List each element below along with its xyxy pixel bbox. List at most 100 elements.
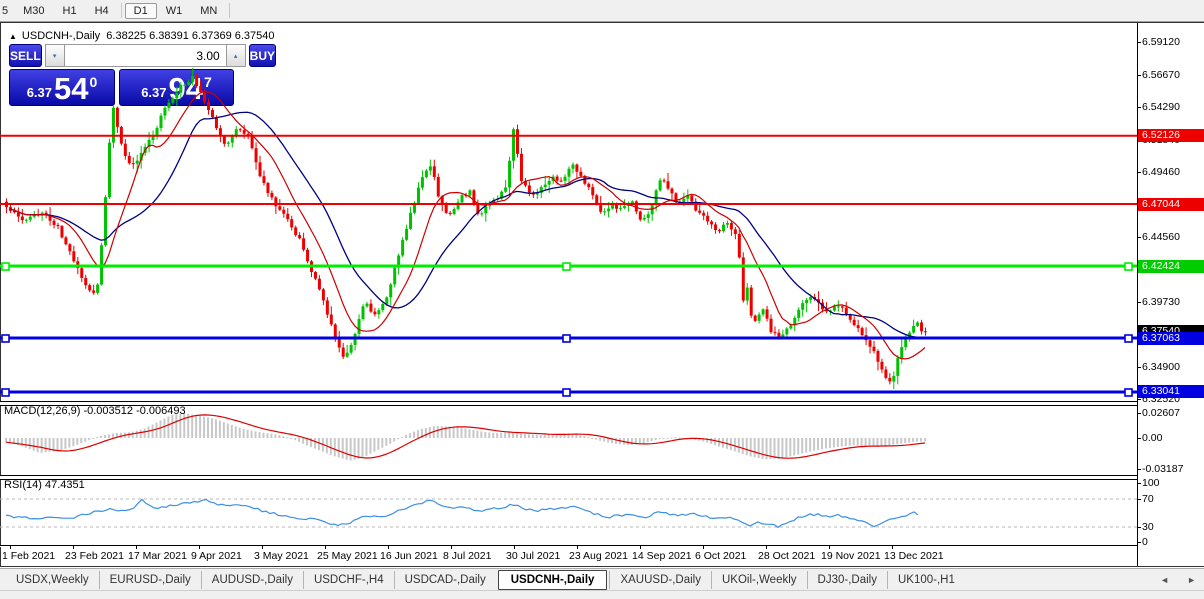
timeframe-button-h1[interactable]: H1 bbox=[54, 3, 86, 19]
macd-bar bbox=[385, 438, 388, 446]
candle-body bbox=[84, 277, 88, 286]
tab-eurusd-daily[interactable]: EURUSD-,Daily bbox=[98, 571, 201, 589]
chart-tab-bar: USDX,Weekly EURUSD-,Daily AUDUSD-,Daily USD… bbox=[0, 568, 1204, 591]
macd-bar bbox=[591, 438, 594, 439]
tab-audusd-daily[interactable]: AUDUSD-,Daily bbox=[200, 571, 303, 589]
macd-bar bbox=[924, 438, 926, 442]
date-tickmark bbox=[136, 546, 137, 549]
candle-body bbox=[337, 339, 341, 348]
candle-body bbox=[773, 332, 777, 334]
candle-body bbox=[448, 212, 452, 215]
candle-body bbox=[111, 107, 115, 143]
macd-bar bbox=[892, 438, 895, 445]
macd-bar bbox=[638, 438, 641, 444]
line-handle[interactable] bbox=[1124, 388, 1133, 397]
candle-body bbox=[452, 208, 456, 215]
timeframe-button-w1[interactable]: W1 bbox=[157, 3, 192, 19]
macd-bar bbox=[210, 418, 213, 438]
macd-bar bbox=[539, 435, 542, 438]
macd-bar bbox=[626, 438, 629, 446]
macd-bar bbox=[405, 434, 408, 438]
candle-body bbox=[789, 325, 793, 329]
price-tick-tickmark bbox=[1137, 41, 1141, 43]
date-label: 23 Feb 2021 bbox=[65, 550, 124, 562]
candle-body bbox=[785, 328, 789, 335]
date-tickmark bbox=[199, 546, 200, 549]
macd-bar bbox=[844, 438, 847, 447]
line-handle[interactable] bbox=[1, 388, 10, 397]
candle-body bbox=[377, 310, 381, 315]
tab-scroll-left-icon[interactable]: ◄ bbox=[1160, 575, 1169, 585]
timeframe-button-5[interactable]: 5 bbox=[0, 3, 14, 19]
candle-body bbox=[706, 215, 710, 222]
candle-body bbox=[214, 117, 218, 129]
macd-bar bbox=[840, 438, 843, 447]
timeframe-button-h4[interactable]: H4 bbox=[86, 3, 118, 19]
rsi-pane bbox=[0, 498, 1137, 529]
macd-bar bbox=[24, 438, 27, 448]
macd-bar bbox=[195, 415, 198, 438]
candle-body bbox=[298, 235, 302, 239]
candle-body bbox=[527, 185, 531, 193]
candle-body bbox=[405, 228, 409, 240]
macd-bar bbox=[207, 417, 210, 438]
timeframe-button-d1[interactable]: D1 bbox=[124, 2, 157, 19]
line-handle[interactable] bbox=[562, 388, 571, 397]
tab-usdcnh-daily[interactable]: USDCNH-,Daily bbox=[497, 570, 608, 590]
macd-bar bbox=[329, 438, 332, 455]
macd-bar bbox=[535, 434, 538, 438]
macd-bar bbox=[298, 438, 301, 442]
candle-body bbox=[436, 176, 440, 197]
line-handle[interactable] bbox=[562, 262, 571, 271]
candle-body bbox=[896, 358, 900, 376]
tab-xauusd-daily[interactable]: XAUUSD-,Daily bbox=[609, 571, 711, 589]
tab-usdx-weekly[interactable]: USDX,Weekly bbox=[6, 571, 99, 589]
timeframe-button-mn[interactable]: MN bbox=[191, 3, 226, 19]
candle-body bbox=[381, 304, 385, 311]
macd-tick: 0.02607 bbox=[1142, 406, 1180, 419]
macd-tick-tickmark bbox=[1137, 412, 1141, 414]
candle-body bbox=[587, 183, 591, 188]
tab-usdcad-daily[interactable]: USDCAD-,Daily bbox=[393, 571, 496, 589]
candle-body bbox=[916, 322, 920, 326]
candle-body bbox=[718, 229, 722, 232]
candle-body bbox=[179, 84, 183, 93]
line-handle[interactable] bbox=[1124, 334, 1133, 343]
macd-bar bbox=[872, 438, 875, 447]
level-price-badge: 6.33041 bbox=[1138, 385, 1204, 399]
candle-body bbox=[373, 311, 377, 315]
candle-body bbox=[729, 222, 733, 230]
candle-body bbox=[543, 184, 547, 188]
candle-body bbox=[234, 129, 238, 136]
timeframe-toolbar: 5 M30 H1 H4 D1 W1 MN bbox=[0, 0, 1204, 22]
candle-body bbox=[107, 142, 111, 198]
macd-bar bbox=[131, 431, 134, 438]
tab-dj30-daily[interactable]: DJ30-,Daily bbox=[806, 571, 887, 589]
macd-bar bbox=[44, 438, 47, 453]
macd-bar bbox=[785, 438, 788, 458]
tab-scroll-right-icon[interactable]: ► bbox=[1187, 575, 1196, 585]
macd-bar bbox=[163, 418, 166, 438]
line-handle[interactable] bbox=[562, 334, 571, 343]
macd-bar bbox=[369, 438, 372, 454]
tab-uk100-h1[interactable]: UK100-,H1 bbox=[886, 571, 965, 589]
macd-bar bbox=[56, 438, 59, 451]
line-handle[interactable] bbox=[1, 334, 10, 343]
level-price-badge: 6.42424 bbox=[1138, 259, 1204, 273]
line-handle[interactable] bbox=[1, 262, 10, 271]
macd-bar bbox=[179, 413, 182, 438]
level-price-badge: 6.52126 bbox=[1138, 129, 1204, 143]
macd-bar bbox=[876, 438, 879, 447]
timeframe-button-m30[interactable]: M30 bbox=[14, 3, 53, 19]
candle-body bbox=[924, 331, 927, 333]
candle-body bbox=[599, 204, 603, 212]
price-pane bbox=[0, 67, 1137, 397]
tab-ukoil-weekly[interactable]: UKOil-,Weekly bbox=[710, 571, 807, 589]
line-handle[interactable] bbox=[1124, 262, 1133, 271]
tab-usdchf-h4[interactable]: USDCHF-,H4 bbox=[302, 571, 394, 589]
macd-bar bbox=[242, 428, 245, 438]
candle-body bbox=[258, 162, 262, 177]
candle-body bbox=[670, 188, 674, 194]
date-label: 13 Dec 2021 bbox=[884, 550, 944, 562]
price-tick-tickmark bbox=[1137, 237, 1141, 239]
